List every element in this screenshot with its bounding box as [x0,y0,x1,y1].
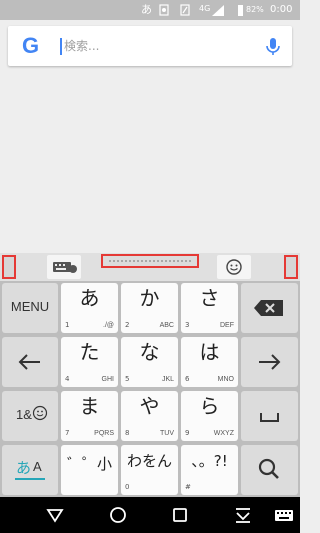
emoji-button[interactable] [217,255,251,279]
keyboard: MENU 1& あ A あ 1 ./@ か 2 ABC さ 3 DEF た 4 … [0,281,300,497]
mic-icon[interactable] [262,35,284,57]
key-number: 7 [65,429,70,437]
key-main: か [139,286,160,310]
key-number: 8 [125,429,130,437]
key-number: # [185,483,191,491]
key-a[interactable]: あ 1 ./@ [61,283,118,333]
key-number: 5 [125,375,130,383]
input-mode-key[interactable]: あ A [2,445,58,495]
key-alt: WXYZ [213,430,234,437]
keyboard-drag-handle[interactable] [101,254,199,268]
cursor-left-key[interactable] [2,337,58,387]
key-alt: DEF [220,322,234,329]
key-ma[interactable]: ま 7 PQRS [61,391,118,441]
network-label: 4G [199,4,211,13]
key-main: や [139,394,160,418]
key-main: ら [199,394,220,418]
key-ya[interactable]: や 8 TUV [121,391,178,441]
notification-icon [159,4,169,16]
navigation-bar [0,497,300,533]
key-main: あ [79,286,100,310]
backspace-key[interactable] [241,283,298,333]
key-punctuation[interactable]: 、。?! # [181,445,238,495]
status-bar: あ 4G 82% 0:00 [0,0,300,20]
key-alt: JKL [161,376,174,383]
arrow-left-icon [18,354,40,370]
drag-handle-dots [109,260,191,264]
key-alt: TUV [160,430,174,437]
menu-key[interactable]: MENU [2,283,58,333]
text-cursor [60,38,62,55]
clock: 0:00 [270,4,293,15]
search-key[interactable] [241,445,298,495]
sim-icon [180,4,190,16]
key-number: 3 [185,321,190,329]
mode-indicator [15,478,45,480]
mode-alpha-label: A [33,459,42,474]
key-main: は [199,340,220,364]
space-key[interactable] [241,391,298,441]
key-number: 1 [65,321,70,329]
emoji-icon [226,259,242,275]
key-main: な [139,340,160,364]
key-number: 6 [185,375,190,383]
ime-indicator: あ [141,3,152,16]
key-dakuten[interactable]: ゛゜小 [61,445,118,495]
right-resize-handle[interactable] [284,255,298,279]
key-alt: ABC [159,322,174,329]
symbols-key[interactable]: 1& [2,391,58,441]
key-number: 4 [65,375,70,383]
key-na[interactable]: な 5 JKL [121,337,178,387]
key-alt: PQRS [94,430,114,437]
key-main: た [79,340,100,364]
key-ta[interactable]: た 4 GHI [61,337,118,387]
back-icon[interactable] [43,503,67,527]
keyboard-toolbar [0,253,300,281]
symbols-key-label: 1& [16,407,32,422]
search-input[interactable] [64,36,254,56]
space-icon [260,413,279,422]
mode-kana-label: あ [16,459,32,477]
key-main: ゛゜小 [66,455,112,473]
key-alt: MNO [217,376,234,383]
recents-icon[interactable] [168,503,192,527]
search-bar[interactable]: G [8,26,292,66]
key-alt: GHI [101,376,114,383]
key-number: 0 [125,483,130,491]
cursor-right-key[interactable] [241,337,298,387]
search-icon [258,458,279,479]
menu-key-label: MENU [10,299,50,314]
keyboard-picker-icon[interactable] [272,503,296,527]
key-sa[interactable]: さ 3 DEF [181,283,238,333]
key-main: さ [199,286,220,310]
google-logo: G [22,33,40,58]
left-resize-handle[interactable] [2,255,16,279]
arrow-right-icon [259,354,281,370]
keyboard-switch-icon [53,262,77,273]
key-main: 、。?! [191,452,228,470]
key-alt: ./@ [103,322,114,329]
battery-icon [238,5,243,16]
keyboard-switch-button[interactable] [47,255,81,279]
key-ka[interactable]: か 2 ABC [121,283,178,333]
smiley-icon [32,405,48,421]
home-icon[interactable] [106,503,130,527]
key-number: 9 [185,429,190,437]
battery-percent: 82% [246,5,264,14]
key-ha[interactable]: は 6 MNO [181,337,238,387]
signal-icon [212,5,224,16]
key-ra[interactable]: ら 9 WXYZ [181,391,238,441]
key-main: わをん [126,452,172,470]
key-main: ま [79,394,100,418]
key-number: 2 [125,321,130,329]
key-wa[interactable]: わをん 0 [121,445,178,495]
hide-keyboard-icon[interactable] [231,503,255,527]
backspace-icon [254,300,283,316]
